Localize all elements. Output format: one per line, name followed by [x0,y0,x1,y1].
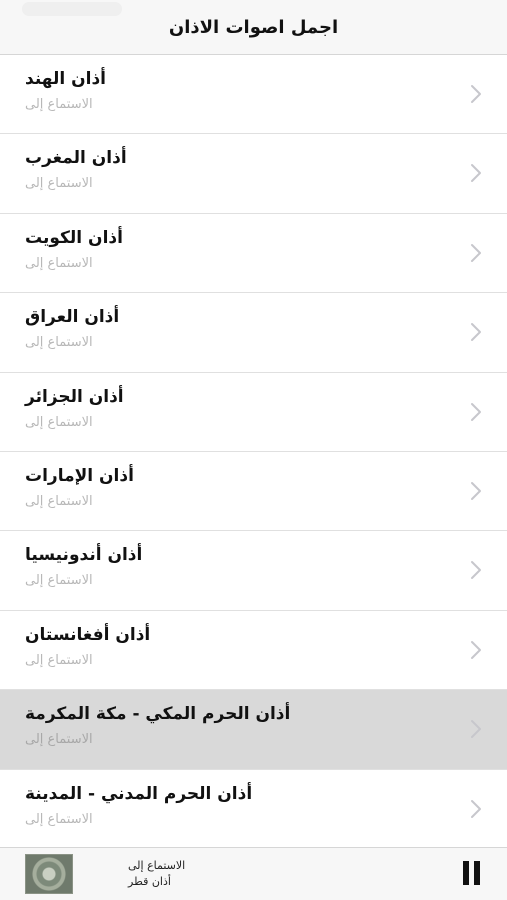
status-bar-area [22,2,122,16]
page-title: اجمل اصوات الاذان [168,17,339,38]
item-title: أذان الهند [25,69,106,89]
pause-icon[interactable] [463,861,483,885]
item-subtitle: الاستماع إلى [25,335,93,351]
item-subtitle: الاستماع إلى [25,732,93,748]
item-title: أذان الإمارات [25,465,134,486]
list-item[interactable]: أذان الإمارات الاستماع إلى [0,451,507,532]
list-item[interactable]: أذان أفغانستان الاستماع إلى [0,610,507,691]
list-item[interactable]: أذان الحرم المدني - المدينة الاستماع إلى [0,769,507,849]
navigation-bar: اجمل اصوات الاذان [0,0,507,55]
list-item[interactable]: أذان الجزائر الاستماع إلى [0,372,507,452]
item-subtitle: الاستماع إلى [25,176,93,192]
list-item[interactable]: أذان الهند الاستماع إلى [0,55,507,135]
list-item[interactable]: أذان العراق الاستماع إلى [0,293,507,373]
item-subtitle: الاستماع إلى [25,652,93,668]
item-subtitle: الاستماع إلى [25,493,93,509]
item-title: أذان الكويت [25,227,123,248]
list-item-selected[interactable]: أذان الحرم المكي - مكة المكرمة الاستماع … [0,690,507,770]
item-title: أذان العراق [25,307,120,328]
item-subtitle: الاستماع إلى [25,255,93,271]
app-screen: اجمل اصوات الاذان أذان الهند الاستماع إل… [0,0,507,900]
chevron-right-icon [471,720,481,739]
chevron-right-icon [471,799,481,818]
list-item[interactable]: أذان المغرب الاستماع إلى [0,134,507,214]
item-title: أذان الجزائر [25,386,124,407]
item-title: أذان أفغانستان [25,624,151,645]
chevron-right-icon [471,561,481,580]
now-playing-bar[interactable]: الاستماع إلى أذان قطر [0,847,507,900]
item-subtitle: الاستماع إلى [25,573,93,589]
now-playing-label: الاستماع إلى [128,859,186,872]
chevron-right-icon [471,164,481,183]
item-title: أذان الحرم المدني - المدينة [25,783,253,804]
item-subtitle: الاستماع إلى [25,97,93,112]
chevron-right-icon [471,243,481,262]
chevron-right-icon [471,481,481,500]
item-subtitle: الاستماع إلى [25,811,93,827]
item-title: أذان أندونيسيا [25,545,143,566]
adhan-list: أذان الهند الاستماع إلى أذان المغرب الاس… [0,55,507,849]
chevron-right-icon [471,402,481,421]
item-subtitle: الاستماع إلى [25,414,93,430]
chevron-right-icon [471,85,481,103]
item-title: أذان الحرم المكي - مكة المكرمة [25,704,291,725]
now-playing-track: أذان قطر [128,875,171,888]
chevron-right-icon [471,640,481,659]
list-item[interactable]: أذان الكويت الاستماع إلى [0,213,507,294]
list-item[interactable]: أذان أندونيسيا الاستماع إلى [0,531,507,611]
album-artwork [25,854,73,894]
chevron-right-icon [471,323,481,342]
item-title: أذان المغرب [25,148,127,169]
